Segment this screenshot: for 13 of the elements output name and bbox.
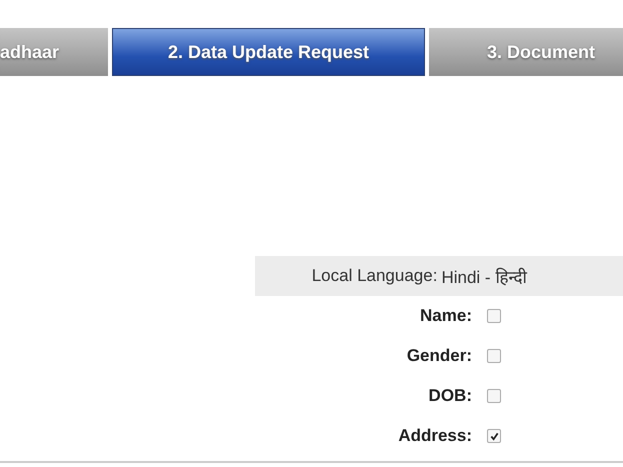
- checkbox[interactable]: [487, 429, 501, 443]
- language-value: Hindi - हिन्दी: [441, 266, 526, 288]
- step-tab[interactable]: adhaar: [0, 28, 108, 76]
- checkbox[interactable]: [487, 349, 501, 363]
- field-label: Gender:: [406, 346, 472, 366]
- checkbox[interactable]: [487, 389, 501, 403]
- language-label: Local Language:: [312, 266, 438, 286]
- step-tab[interactable]: 3. Document: [429, 28, 623, 76]
- field-label: DOB:: [428, 386, 472, 406]
- field-label: Address:: [397, 426, 472, 446]
- field-label: Name:: [419, 306, 472, 326]
- checkbox[interactable]: [487, 309, 501, 323]
- step-tab[interactable]: 2. Data Update Request: [112, 28, 425, 76]
